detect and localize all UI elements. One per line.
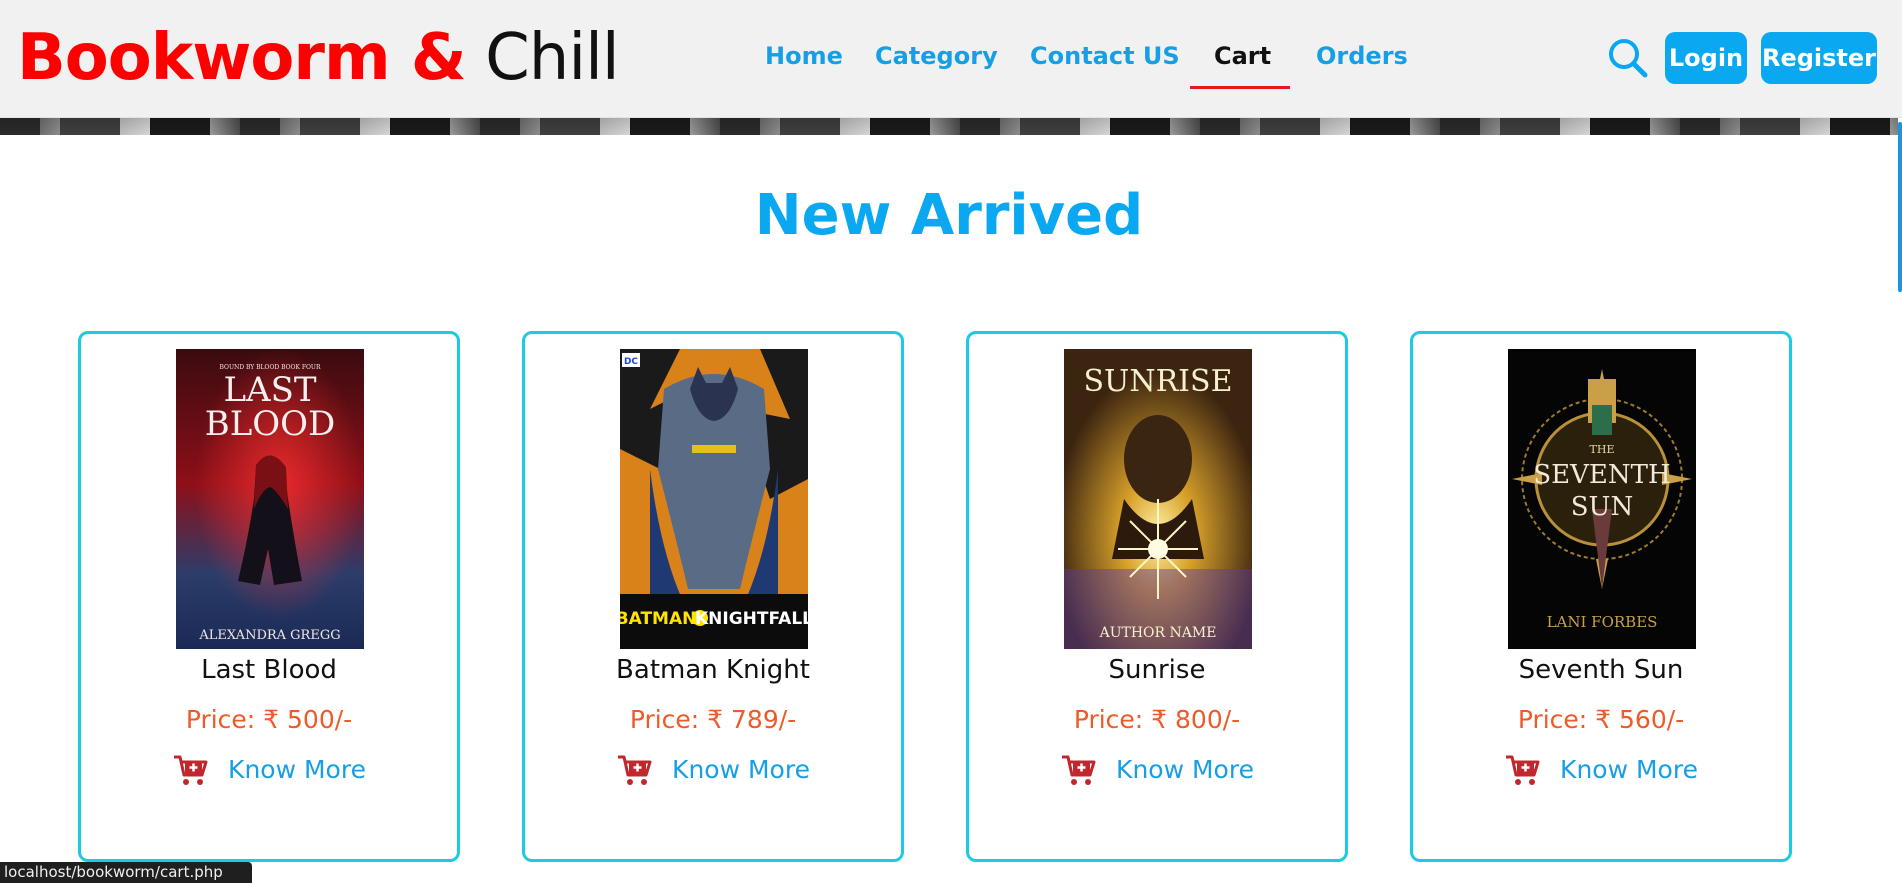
add-to-cart-icon[interactable]	[1060, 753, 1096, 787]
browser-status-url: localhost/bookworm/cart.php	[0, 862, 252, 883]
book-title: Seventh Sun	[1518, 655, 1684, 685]
scrollbar[interactable]	[1898, 122, 1902, 292]
book-price: Price: ₹ 500/-	[185, 705, 353, 734]
register-button[interactable]: Register	[1761, 32, 1877, 84]
section-title: New Arrived	[754, 183, 1144, 248]
book-card: DC BATMAN KNIGHTFALL Batman Knight Price…	[522, 331, 904, 862]
add-to-cart-icon[interactable]	[172, 753, 208, 787]
cover-title-right: KNIGHTFALL	[695, 609, 808, 629]
cover-top-text: THE	[1590, 443, 1615, 456]
cover-author-text: ALEXANDRA GREGG	[198, 628, 340, 643]
cover-author-text: AUTHOR NAME	[1099, 625, 1217, 641]
know-more-label[interactable]: Know More	[228, 752, 366, 788]
book-price: Price: ₹ 800/-	[1073, 705, 1241, 734]
book-card: THE SEVENTH SUN LANI FORBES Seventh Sun …	[1410, 331, 1792, 862]
logo-chill-text: Chill	[485, 21, 620, 95]
cover-title-line2: SUN	[1571, 492, 1633, 522]
search-icon[interactable]	[1606, 36, 1650, 80]
book-price: Price: ₹ 560/-	[1517, 705, 1685, 734]
know-more-label[interactable]: Know More	[1560, 752, 1698, 788]
nav-contact[interactable]: Contact US	[1030, 38, 1180, 74]
nav-category[interactable]: Category	[875, 38, 998, 74]
cover-title-line1: SEVENTH	[1533, 460, 1670, 490]
book-title: Batman Knight	[616, 655, 810, 685]
add-to-cart-icon[interactable]	[616, 753, 652, 787]
site-header: Bookworm & Chill Home Category Contact U…	[0, 0, 1902, 118]
know-more-link[interactable]: Know More	[1413, 752, 1789, 792]
add-to-cart-icon[interactable]	[1504, 753, 1540, 787]
cover-title-left: BATMAN	[620, 609, 696, 629]
nav-active-underline	[1190, 86, 1290, 89]
book-price: Price: ₹ 789/-	[629, 705, 797, 734]
nav-home[interactable]: Home	[765, 38, 843, 74]
logo-ampersand: &	[410, 21, 467, 95]
book-cover-image[interactable]: THE SEVENTH SUN LANI FORBES	[1508, 349, 1696, 649]
know-more-link[interactable]: Know More	[525, 752, 901, 792]
know-more-label[interactable]: Know More	[672, 752, 810, 788]
logo-brand-text: Bookworm	[17, 21, 391, 95]
know-more-label[interactable]: Know More	[1116, 752, 1254, 788]
book-card: BOUND BY BLOOD BOOK FOUR LAST BLOOD ALEX…	[78, 331, 460, 862]
nav-orders[interactable]: Orders	[1316, 38, 1408, 74]
site-logo[interactable]: Bookworm & Chill	[17, 21, 620, 95]
nav-cart[interactable]: Cart	[1214, 38, 1271, 74]
book-title: Last Blood	[201, 655, 337, 685]
book-cover-image[interactable]: SUNRISE AUTHOR NAME	[1064, 349, 1252, 649]
book-cover-image[interactable]: BOUND BY BLOOD BOOK FOUR LAST BLOOD ALEX…	[176, 349, 364, 649]
login-button[interactable]: Login	[1665, 32, 1747, 84]
cover-publisher-text: DC	[624, 357, 638, 367]
book-card: SUNRISE AUTHOR NAME Sunrise Price: ₹ 800…	[966, 331, 1348, 862]
know-more-link[interactable]: Know More	[969, 752, 1345, 792]
know-more-link[interactable]: Know More	[81, 752, 457, 792]
book-cover-image[interactable]: DC BATMAN KNIGHTFALL	[620, 349, 808, 649]
cover-title-line2: BLOOD	[205, 404, 336, 444]
cover-title-text: SUNRISE	[1084, 364, 1233, 399]
cover-author-text: LANI FORBES	[1547, 613, 1658, 631]
book-title: Sunrise	[1108, 655, 1206, 685]
hero-banner-shade	[0, 118, 1898, 135]
